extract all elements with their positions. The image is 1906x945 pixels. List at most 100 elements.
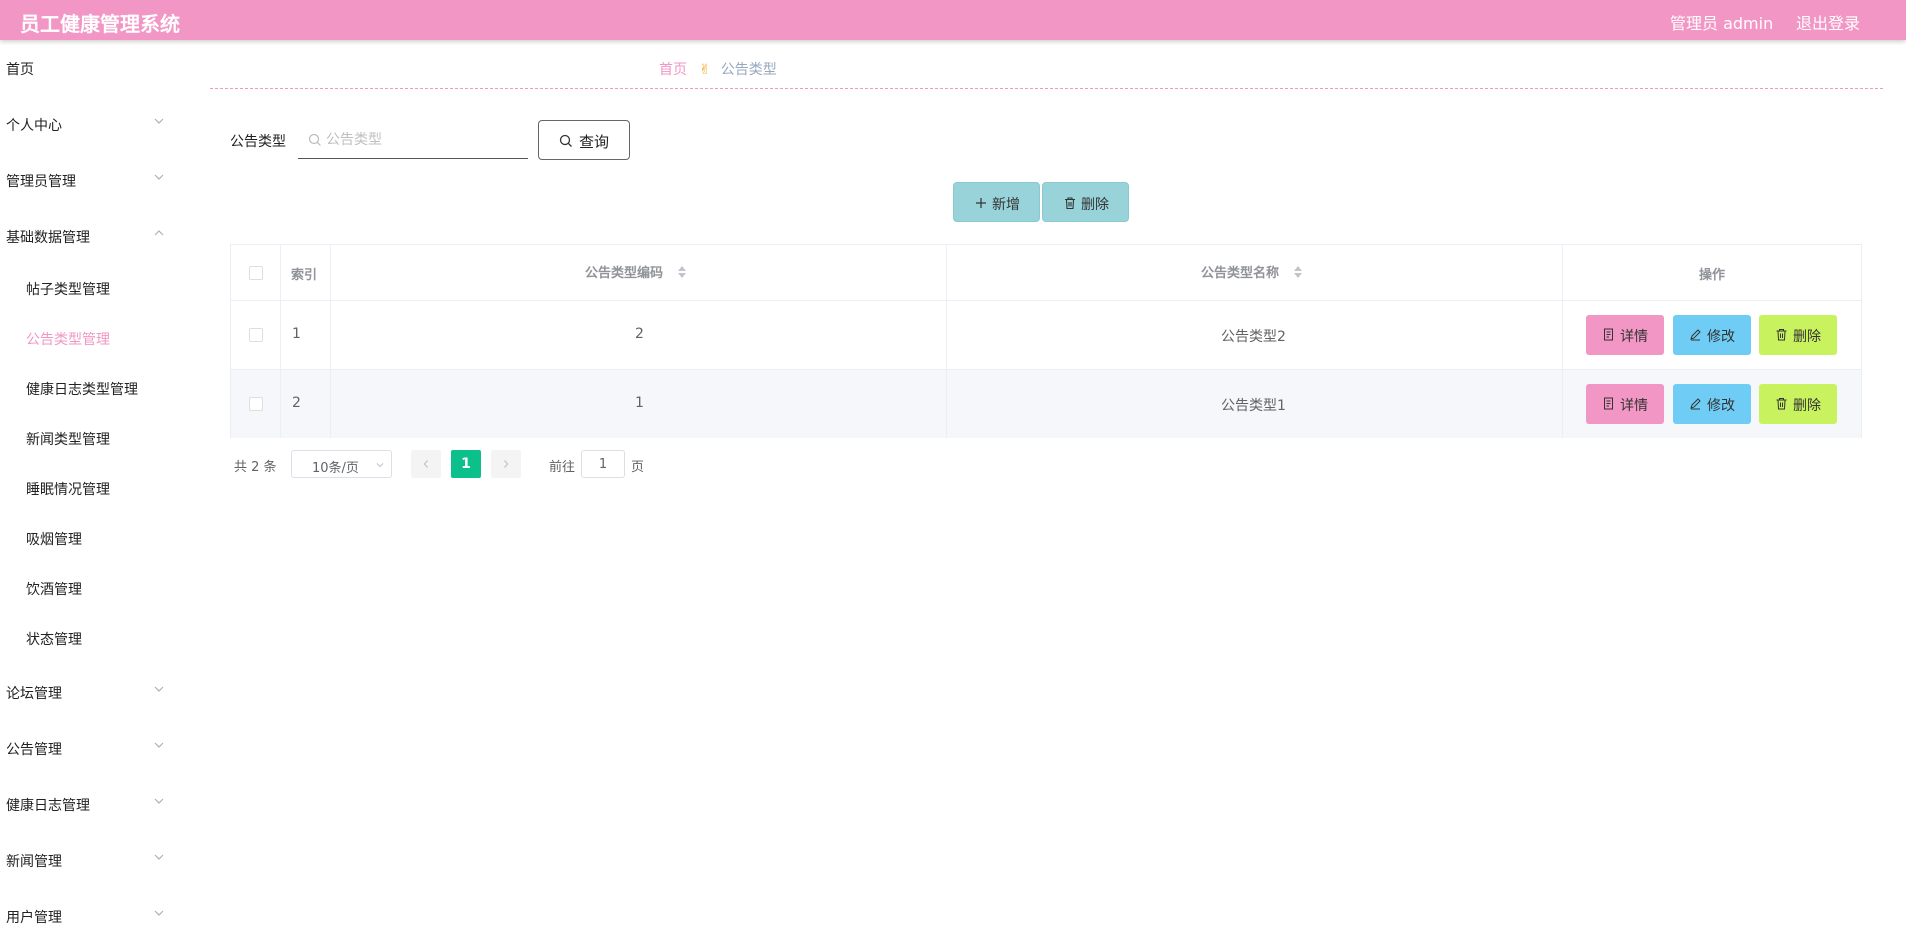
row-checkbox[interactable] [249, 397, 263, 411]
chevron-right-icon [504, 460, 509, 468]
edit-button[interactable]: 修改 [1673, 384, 1751, 424]
sidebar-item-forum-management[interactable]: 论坛管理 [0, 672, 175, 712]
table-row: 1 2 公告类型2 详情 修改 删除 [231, 301, 1861, 370]
chevron-down-icon [152, 682, 166, 696]
batch-delete-button-label: 删除 [1081, 197, 1109, 213]
sidebar-subitem-smoking[interactable]: 吸烟管理 [0, 520, 175, 556]
sidebar-item-health-log-management[interactable]: 健康日志管理 [0, 784, 175, 824]
batch-delete-button[interactable]: 删除 [1042, 182, 1129, 222]
sidebar-item-label: 首页 [6, 62, 34, 78]
header-actions-cell: 操作 [1563, 245, 1861, 300]
table-row: 2 1 公告类型1 详情 修改 删除 [231, 370, 1861, 438]
chevron-down-icon [152, 850, 166, 864]
chevron-down-icon [152, 906, 166, 920]
sidebar-subitem-health-log-type[interactable]: 健康日志类型管理 [0, 370, 175, 406]
sort-icon[interactable] [677, 265, 687, 279]
sidebar-subitem-drinking[interactable]: 饮酒管理 [0, 570, 175, 606]
search-field [298, 121, 528, 159]
sidebar-item-label: 论坛管理 [6, 686, 62, 702]
sidebar-item-label: 新闻管理 [6, 854, 62, 870]
sidebar-subitem-label: 帖子类型管理 [26, 282, 110, 298]
delete-button-label: 删除 [1793, 398, 1821, 414]
column-header-actions: 操作 [1699, 268, 1726, 283]
document-icon [1604, 328, 1613, 341]
search-label: 公告类型 [230, 134, 286, 150]
sidebar-subitem-post-type[interactable]: 帖子类型管理 [0, 270, 175, 306]
chevron-down-icon [152, 794, 166, 808]
page-size-select[interactable]: 10条/页 [291, 450, 392, 478]
select-all-checkbox[interactable] [249, 266, 263, 280]
search-icon [559, 134, 572, 147]
goto-unit: 页 [631, 460, 645, 475]
breadcrumb-divider [210, 88, 1883, 89]
search-icon [308, 133, 321, 146]
pencil-icon [1690, 329, 1701, 341]
row-checkbox[interactable] [249, 328, 263, 342]
breadcrumb-home[interactable]: 首页 [659, 62, 687, 78]
sidebar-item-notice-management[interactable]: 公告管理 [0, 728, 175, 768]
top-header: 员工健康管理系统 管理员 admin 退出登录 [0, 0, 1906, 40]
sidebar-subitem-news-type[interactable]: 新闻类型管理 [0, 420, 175, 456]
row-index-cell: 2 [281, 370, 331, 438]
row-index: 2 [292, 395, 301, 411]
sidebar-item-label: 公告管理 [6, 742, 62, 758]
sidebar-subitem-label: 饮酒管理 [26, 582, 82, 598]
detail-button[interactable]: 详情 [1586, 315, 1664, 355]
column-header-index: 索引 [291, 268, 318, 283]
goto-label: 前往 [549, 460, 576, 475]
sidebar-subitem-sleep[interactable]: 睡眠情况管理 [0, 470, 175, 506]
sidebar-item-label: 用户管理 [6, 910, 62, 926]
sidebar-item-user-management[interactable]: 用户管理 [0, 896, 175, 936]
row-code: 2 [635, 326, 644, 342]
table-header-row: 索引 公告类型编码 公告类型名称 操作 [231, 245, 1861, 301]
pencil-icon [1690, 398, 1701, 410]
current-user: 管理员 admin [1670, 14, 1774, 33]
search-input[interactable] [326, 127, 521, 153]
header-index-cell: 索引 [281, 245, 331, 300]
trash-icon [1776, 329, 1787, 341]
edit-button-label: 修改 [1707, 398, 1735, 414]
sidebar-subitem-status[interactable]: 状态管理 [0, 620, 175, 656]
sidebar-subitem-label: 公告类型管理 [26, 332, 110, 348]
notice-type-table: 索引 公告类型编码 公告类型名称 操作 1 2 公告类型2 详情 修改 删除 2… [230, 244, 1862, 438]
sidebar-item-base-data-management[interactable]: 基础数据管理 [0, 216, 175, 256]
hand-icon: ✌ [699, 62, 711, 78]
sidebar-subitem-label: 健康日志类型管理 [26, 382, 138, 398]
pagination-total: 共 2 条 [234, 460, 277, 475]
row-name-cell: 公告类型2 [947, 301, 1563, 369]
trash-icon [1065, 197, 1075, 210]
next-page-button[interactable] [491, 450, 521, 478]
edit-button[interactable]: 修改 [1673, 315, 1751, 355]
sort-icon[interactable] [1293, 265, 1303, 279]
sidebar-item-news-management[interactable]: 新闻管理 [0, 840, 175, 880]
goto-page-input[interactable] [581, 450, 625, 478]
sidebar-item-admin-management[interactable]: 管理员管理 [0, 160, 175, 200]
chevron-up-icon [152, 226, 166, 240]
sidebar-item-home[interactable]: 首页 [0, 48, 175, 88]
breadcrumb-current: 公告类型 [720, 62, 777, 78]
detail-button[interactable]: 详情 [1586, 384, 1664, 424]
sidebar-item-personal-center[interactable]: 个人中心 [0, 104, 175, 144]
detail-button-label: 详情 [1620, 398, 1648, 414]
query-button[interactable]: 查询 [538, 120, 630, 160]
row-name: 公告类型1 [1221, 398, 1286, 414]
column-header-code: 公告类型编码 [585, 266, 664, 281]
sidebar-item-label: 管理员管理 [6, 174, 76, 190]
logout-link[interactable]: 退出登录 [1796, 10, 1860, 34]
delete-button[interactable]: 删除 [1759, 384, 1837, 424]
prev-page-button[interactable] [411, 450, 441, 478]
chevron-down-icon [152, 170, 166, 184]
chevron-down-icon [152, 738, 166, 752]
row-name-cell: 公告类型1 [947, 370, 1563, 438]
row-name: 公告类型2 [1221, 329, 1286, 345]
column-header-name: 公告类型名称 [1201, 266, 1280, 281]
header-code-cell: 公告类型编码 [331, 245, 947, 300]
delete-button[interactable]: 删除 [1759, 315, 1837, 355]
row-code-cell: 2 [331, 301, 947, 369]
sidebar-subitem-notice-type[interactable]: 公告类型管理 [0, 320, 175, 356]
pagination: 共 2 条 10条/页 1 前往 页 [234, 450, 694, 478]
delete-button-label: 删除 [1793, 329, 1821, 345]
page-number-current[interactable]: 1 [451, 450, 481, 478]
sidebar-subitem-label: 睡眠情况管理 [26, 482, 110, 498]
add-button[interactable]: 新增 [953, 182, 1040, 222]
